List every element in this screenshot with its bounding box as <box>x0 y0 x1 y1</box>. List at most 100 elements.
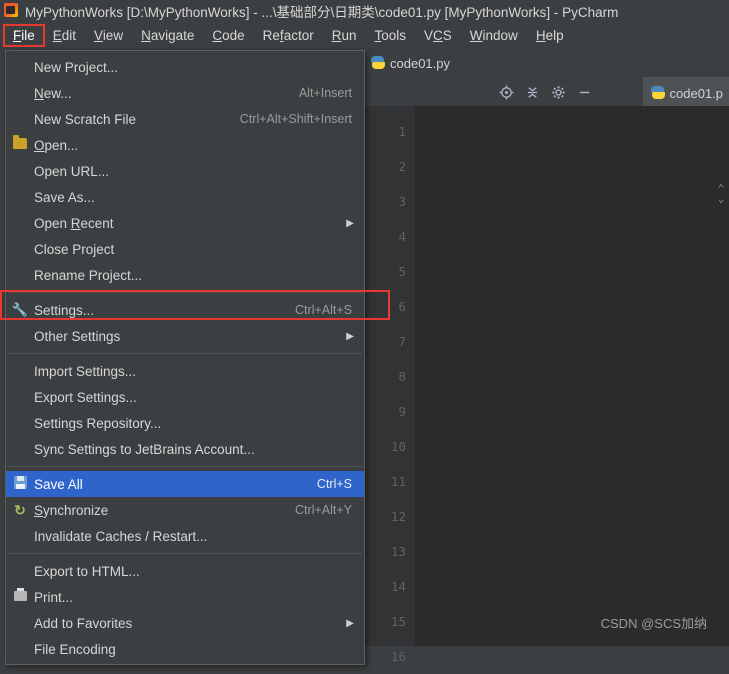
menu-item-import-settings[interactable]: Import Settings... <box>6 358 364 384</box>
line-number: 6 <box>363 289 415 324</box>
line-number: 4 <box>363 219 415 254</box>
menu-item-label: Invalidate Caches / Restart... <box>34 529 352 544</box>
menu-item-new[interactable]: New... Alt+Insert <box>6 80 364 106</box>
menu-item-new-project[interactable]: New Project... <box>6 54 364 80</box>
line-number: 8 <box>363 359 415 394</box>
wrench-icon: 🔧 <box>6 302 34 318</box>
menu-item-label: Save All <box>34 477 317 492</box>
menu-edit[interactable]: Edit <box>44 25 85 46</box>
menu-item-export-settings[interactable]: Export Settings... <box>6 384 364 410</box>
sync-icon: ↻ <box>6 502 34 519</box>
menu-item-label: Open URL... <box>34 164 352 179</box>
menu-item-accel: Ctrl+Alt+S <box>295 303 364 317</box>
line-number: 7 <box>363 324 415 359</box>
line-number: 2 <box>363 149 415 184</box>
line-number: 9 <box>363 394 415 429</box>
editor-active-tab-label: code01.p <box>670 86 724 101</box>
editor-tab-code01[interactable]: code01.py <box>363 51 460 76</box>
hide-icon[interactable] <box>571 81 597 103</box>
menu-view[interactable]: View <box>85 25 132 46</box>
menu-item-label: New Project... <box>34 60 352 75</box>
menu-item-label: Close Project <box>34 242 352 257</box>
menu-item-other-settings[interactable]: Other Settings ▶ <box>6 323 364 349</box>
print-icon <box>6 590 34 604</box>
collapse-all-icon[interactable] <box>519 81 545 103</box>
settings-gear-icon[interactable] <box>545 81 571 103</box>
menu-item-label: Add to Favorites <box>34 616 346 631</box>
editor-active-tab-strip: code01.p <box>643 78 729 106</box>
line-number: 13 <box>363 534 415 569</box>
code-editor[interactable]: 1 2 3 4 5 6 7 8 9 10 11 12 13 14 15 16 ⌃… <box>363 106 729 646</box>
menu-item-open-url[interactable]: Open URL... <box>6 158 364 184</box>
menu-item-invalidate-caches-restart[interactable]: Invalidate Caches / Restart... <box>6 523 364 549</box>
menu-item-label: Sync Settings to JetBrains Account... <box>34 442 352 457</box>
menu-item-label: Export to HTML... <box>34 564 352 579</box>
line-number: 11 <box>363 464 415 499</box>
menu-window[interactable]: Window <box>461 25 527 46</box>
menu-item-open[interactable]: Open... <box>6 132 364 158</box>
line-number: 1 <box>363 114 415 149</box>
menu-item-label: Import Settings... <box>34 364 352 379</box>
line-number: 10 <box>363 429 415 464</box>
python-file-icon <box>651 86 665 100</box>
menu-item-label: Open... <box>34 138 352 153</box>
line-number: 14 <box>363 569 415 604</box>
folder-icon <box>6 138 34 152</box>
menu-file[interactable]: File <box>4 25 44 46</box>
menu-item-label: Settings Repository... <box>34 416 352 431</box>
menu-item-label: File Encoding <box>34 642 352 657</box>
menu-item-print[interactable]: Print... <box>6 584 364 610</box>
watermark-text: CSDN @SCS加纳 <box>601 613 707 632</box>
save-icon <box>6 476 34 492</box>
editor-tab-label: code01.py <box>390 56 450 71</box>
menu-item-accel: Ctrl+Alt+Y <box>295 503 364 517</box>
menu-tools[interactable]: Tools <box>365 25 415 46</box>
menu-item-rename-project[interactable]: Rename Project... <box>6 262 364 288</box>
menu-navigate[interactable]: Navigate <box>132 25 203 46</box>
menu-item-label: New... <box>34 86 299 101</box>
menu-item-export-to-html[interactable]: Export to HTML... <box>6 558 364 584</box>
line-number-gutter: 1 2 3 4 5 6 7 8 9 10 11 12 13 14 15 16 <box>363 106 415 646</box>
file-menu-dropdown: New Project... New... Alt+Insert New Scr… <box>5 50 365 665</box>
menu-code[interactable]: Code <box>203 25 253 46</box>
menu-separator <box>8 553 362 554</box>
code-fold-marker[interactable]: ⌃⌄ <box>715 184 727 204</box>
line-number: 5 <box>363 254 415 289</box>
menu-run[interactable]: Run <box>323 25 366 46</box>
menu-item-label: Save As... <box>34 190 352 205</box>
menu-separator <box>8 353 362 354</box>
menu-item-label: Rename Project... <box>34 268 352 283</box>
menu-item-save-as[interactable]: Save As... <box>6 184 364 210</box>
line-number: 3 <box>363 184 415 219</box>
menu-item-file-encoding[interactable]: File Encoding <box>6 636 364 662</box>
menu-item-new-scratch-file[interactable]: New Scratch File Ctrl+Alt+Shift+Insert <box>6 106 364 132</box>
editor-tab-active[interactable]: code01.p <box>643 77 729 107</box>
python-file-icon <box>371 56 385 70</box>
menu-vcs[interactable]: VCS <box>415 25 461 46</box>
menu-item-label: Settings... <box>34 303 295 318</box>
menu-item-sync-settings-jetbrains[interactable]: Sync Settings to JetBrains Account... <box>6 436 364 462</box>
line-number: 15 <box>363 604 415 639</box>
menu-item-add-to-favorites[interactable]: Add to Favorites ▶ <box>6 610 364 636</box>
menu-item-settings[interactable]: 🔧 Settings... Ctrl+Alt+S <box>6 297 364 323</box>
menu-help[interactable]: Help <box>527 25 573 46</box>
window-titlebar: MyPythonWorks [D:\MyPythonWorks] - ...\基… <box>0 0 729 22</box>
menu-item-label: Print... <box>34 590 352 605</box>
menu-item-save-all[interactable]: Save All Ctrl+S <box>6 471 364 497</box>
menu-separator <box>8 292 362 293</box>
menu-item-label: Other Settings <box>34 329 346 344</box>
menu-item-label: Open Recent <box>34 216 346 231</box>
menu-item-accel: Ctrl+S <box>317 477 364 491</box>
locate-icon[interactable] <box>493 81 519 103</box>
chevron-right-icon: ▶ <box>346 218 364 229</box>
pycharm-icon <box>4 3 20 19</box>
chevron-right-icon: ▶ <box>346 331 364 342</box>
menu-item-open-recent[interactable]: Open Recent ▶ <box>6 210 364 236</box>
menu-item-settings-repository[interactable]: Settings Repository... <box>6 410 364 436</box>
menu-refactor[interactable]: Refactor <box>254 25 323 46</box>
menu-item-label: Synchronize <box>34 503 295 518</box>
menu-item-synchronize[interactable]: ↻ Synchronize Ctrl+Alt+Y <box>6 497 364 523</box>
menu-item-accel: Ctrl+Alt+Shift+Insert <box>240 112 364 126</box>
menu-item-close-project[interactable]: Close Project <box>6 236 364 262</box>
line-number: 12 <box>363 499 415 534</box>
